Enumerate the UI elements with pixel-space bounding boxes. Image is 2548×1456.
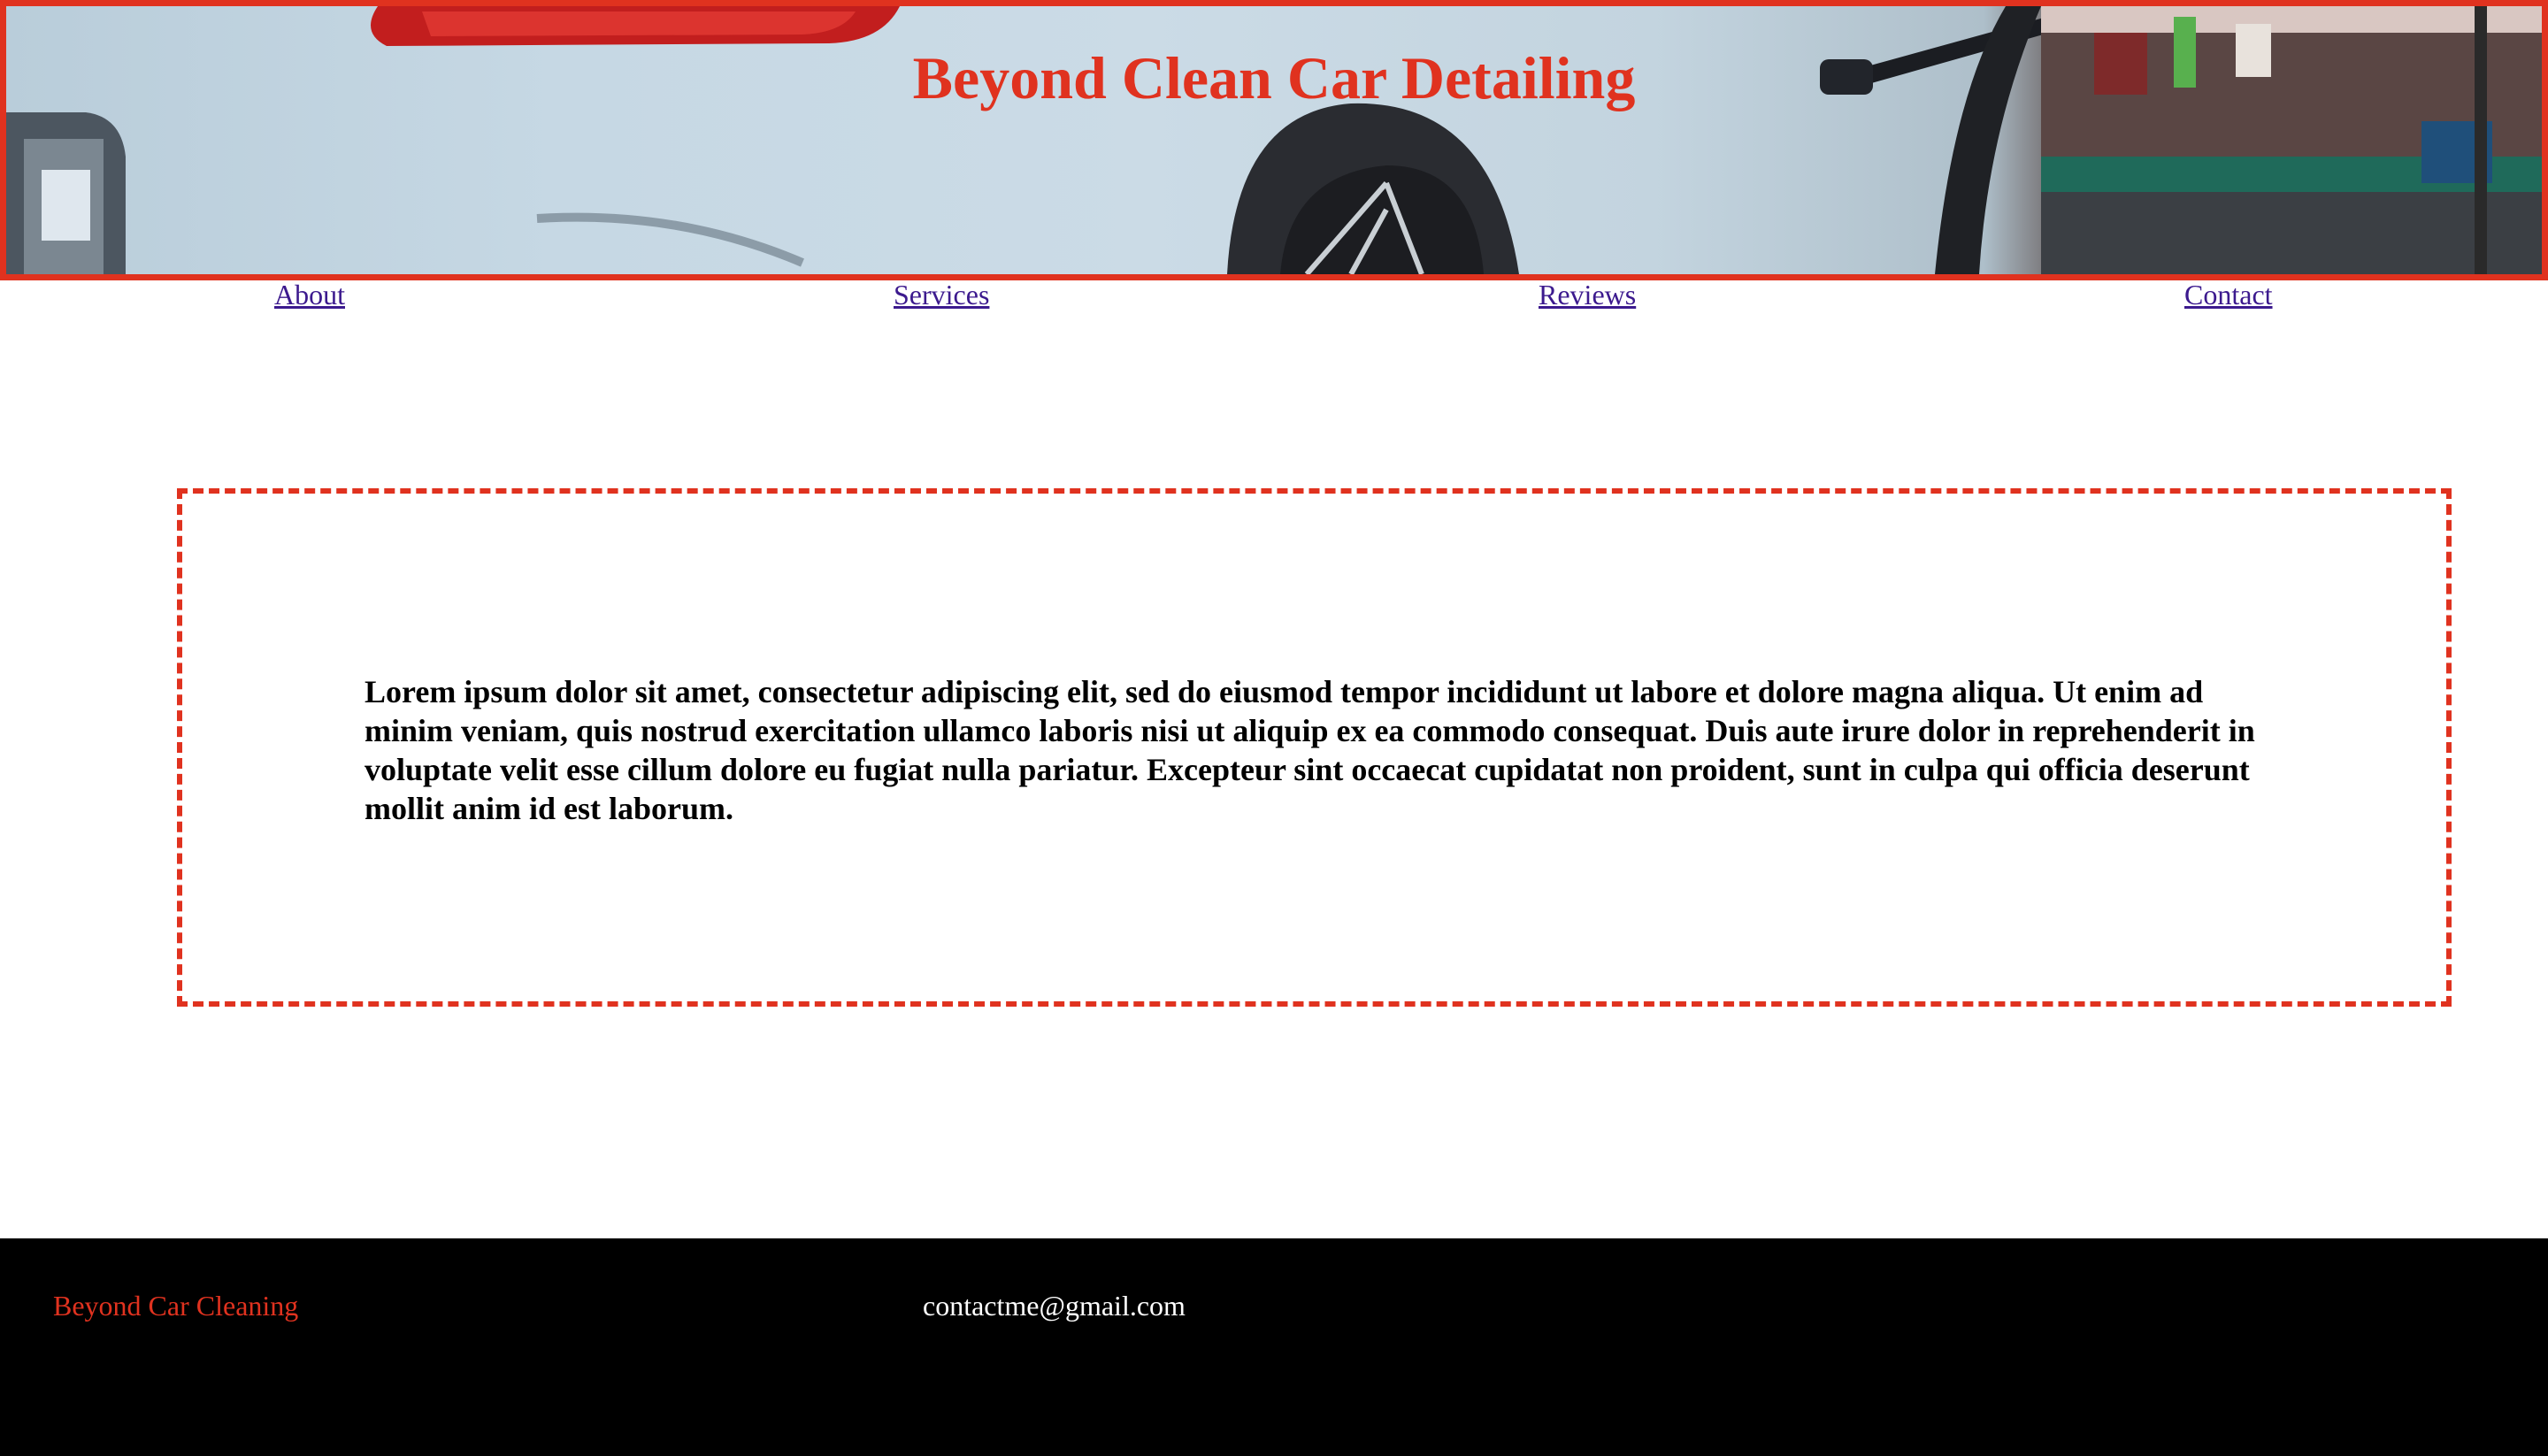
nav-link-services[interactable]: Services <box>894 277 989 312</box>
header-banner: Beyond Clean Car Detailing <box>0 0 2548 280</box>
footer-email: contactme@gmail.com <box>923 1290 1186 1322</box>
main-nav: About Services Reviews Contact <box>0 277 2548 312</box>
nav-link-contact[interactable]: Contact <box>2184 277 2273 312</box>
nav-link-about[interactable]: About <box>274 277 345 312</box>
lorem-paragraph: Lorem ipsum dolor sit amet, consectetur … <box>365 674 2255 826</box>
content-box: Lorem ipsum dolor sit amet, consectetur … <box>177 488 2452 1007</box>
page: Beyond Clean Car Detailing About Service… <box>0 0 2548 1456</box>
footer: Beyond Car Cleaning contactme@gmail.com <box>0 1238 2548 1456</box>
site-title: Beyond Clean Car Detailing <box>912 44 1636 111</box>
nav-link-reviews[interactable]: Reviews <box>1539 277 1636 312</box>
footer-brand: Beyond Car Cleaning <box>53 1290 299 1322</box>
